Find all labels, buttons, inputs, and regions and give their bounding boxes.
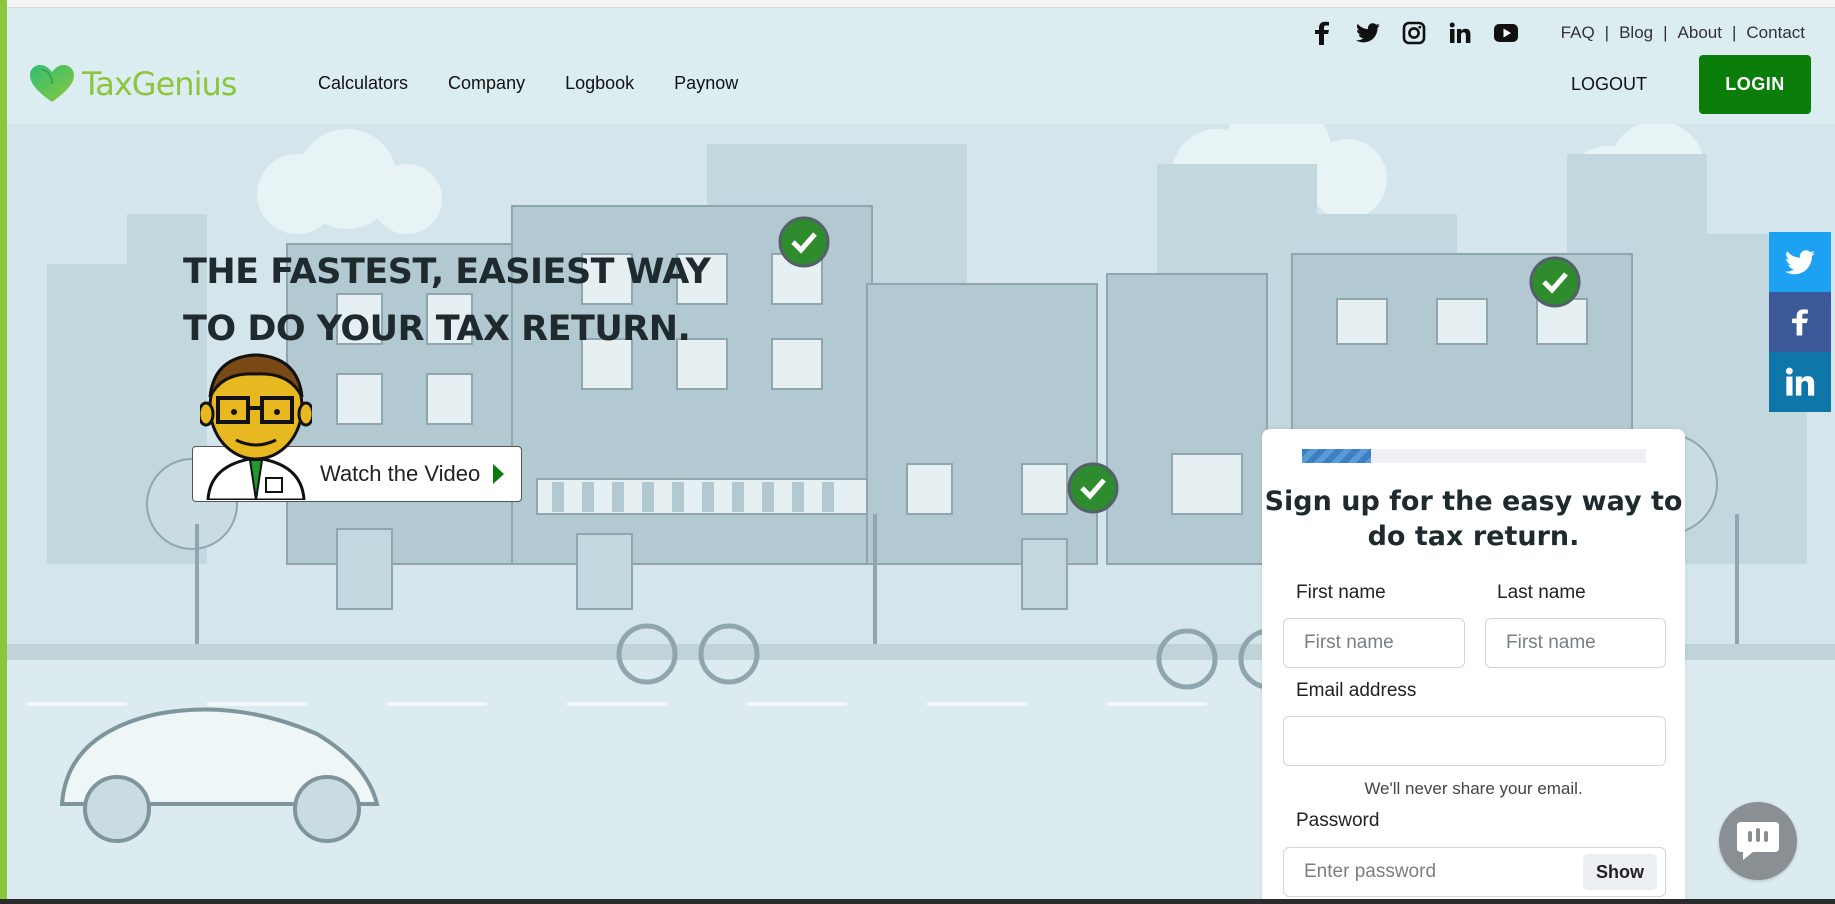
share-sidebar [1769, 232, 1831, 412]
chat-icon [1737, 822, 1779, 860]
instagram-icon[interactable] [1401, 20, 1427, 46]
twitter-icon[interactable] [1355, 20, 1381, 46]
youtube-icon[interactable] [1493, 20, 1519, 46]
chat-widget-button[interactable] [1719, 802, 1797, 880]
nav-logbook[interactable]: Logbook [565, 73, 634, 94]
email-hint: We'll never share your email. [1364, 779, 1583, 798]
headline-line-2: TO DO YOUR TAX RETURN. [183, 309, 691, 349]
logout-link[interactable]: LOGOUT [1571, 74, 1647, 95]
signup-title-line-1: Sign up for the easy way to [1264, 486, 1683, 517]
show-password-button[interactable]: Show [1583, 854, 1657, 890]
separator: | [1731, 23, 1737, 42]
play-icon [493, 464, 504, 484]
social-links [1309, 20, 1519, 46]
progress-fill [1302, 449, 1371, 463]
signup-card: Sign up for the easy way to do tax retur… [1262, 429, 1685, 904]
blog-link[interactable]: Blog [1619, 23, 1653, 43]
linkedin-icon[interactable] [1447, 20, 1473, 46]
separator: | [1663, 23, 1668, 42]
share-facebook-button[interactable] [1769, 292, 1831, 352]
hero-headline: THE FASTEST, EASIEST WAY TO DO YOUR TAX … [183, 244, 711, 358]
main-nav: Calculators Company Logbook Paynow [318, 73, 738, 94]
first-name-input[interactable] [1283, 618, 1465, 668]
brand-logo[interactable]: TaxGenius [28, 64, 237, 104]
signup-title-line-2: do tax return. [1367, 521, 1580, 552]
signup-title: Sign up for the easy way to do tax retur… [1262, 484, 1685, 554]
left-accent-bar [0, 0, 7, 904]
faq-link[interactable]: FAQ [1561, 23, 1595, 43]
first-name-label: First name [1296, 582, 1386, 603]
brand-name: TaxGenius [82, 65, 237, 103]
signup-progress-bar [1302, 449, 1646, 463]
top-utility-bar: FAQ | Blog | About | Contact [1309, 18, 1805, 48]
bottom-edge [0, 899, 1835, 904]
about-link[interactable]: About [1678, 23, 1722, 43]
facebook-icon[interactable] [1309, 20, 1335, 46]
headline-line-1: THE FASTEST, EASIEST WAY [183, 252, 711, 292]
share-twitter-button[interactable] [1769, 232, 1831, 292]
password-label: Password [1296, 810, 1380, 831]
linkedin-icon [1785, 367, 1815, 396]
nav-company[interactable]: Company [448, 73, 525, 94]
facebook-icon [1792, 309, 1808, 336]
watch-video-label: Watch the Video [320, 461, 481, 486]
email-label: Email address [1296, 680, 1417, 701]
heart-logo-icon [30, 65, 74, 102]
twitter-icon [1785, 249, 1815, 274]
separator: | [1604, 23, 1610, 42]
last-name-input[interactable] [1485, 618, 1666, 668]
cartoon-accountant-avatar [200, 353, 312, 500]
browser-top-edge [7, 0, 1835, 8]
nav-paynow[interactable]: Paynow [674, 73, 738, 94]
last-name-label: Last name [1497, 582, 1586, 603]
nav-calculators[interactable]: Calculators [318, 73, 408, 94]
share-linkedin-button[interactable] [1769, 352, 1831, 412]
email-input[interactable] [1283, 716, 1666, 766]
contact-link[interactable]: Contact [1746, 23, 1805, 43]
login-button[interactable]: LOGIN [1699, 55, 1811, 114]
top-links: FAQ | Blog | About | Contact [1561, 23, 1805, 43]
